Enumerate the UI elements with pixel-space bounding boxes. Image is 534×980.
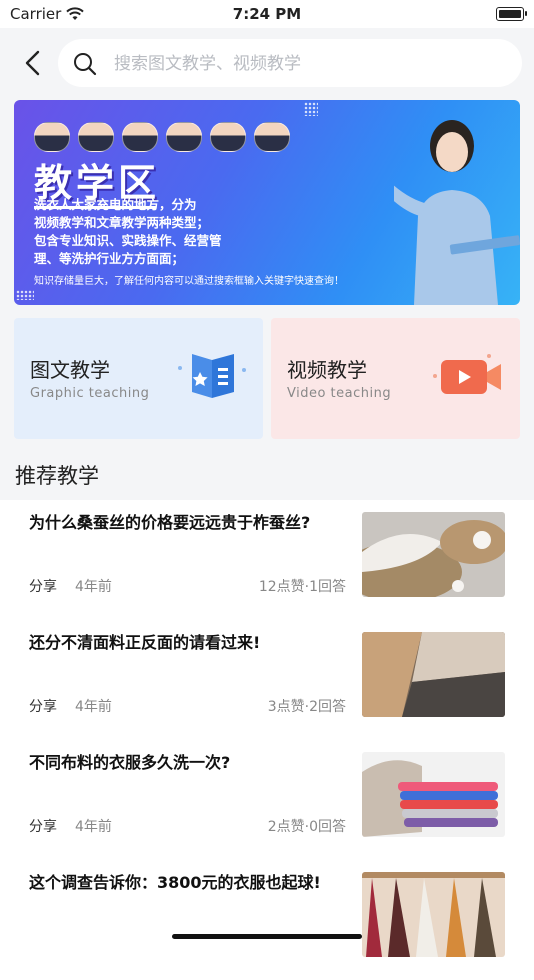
book-icon [178,354,246,398]
teaching-banner[interactable]: 教学区 洗衣人大家充电的地方，分为 视频教学和文章教学两种类型； 包含专业知识、… [14,100,520,305]
graphic-teaching-card[interactable]: 图文教学 Graphic teaching [14,318,263,439]
banner-decoration [16,290,34,300]
list-item[interactable]: 这个调查告诉你：3800元的衣服也起球! [0,860,534,980]
back-button[interactable] [18,48,48,78]
article-title: 不同布料的衣服多久洗一次? [29,753,231,772]
teacher-avatars [34,122,290,152]
clothes-rack-photo [362,872,505,957]
article-title: 这个调查告诉你：3800元的衣服也起球! [29,873,321,892]
list-item[interactable]: 还分不清面料正反面的请看过来! 分享 4年前 3点赞·2回答 [0,620,534,740]
card-title: 图文教学 [30,358,110,382]
article-time: 4年前 [75,819,112,835]
search-bar[interactable] [58,39,522,87]
banner-desc-line: 洗衣人大家充电的地方，分为 [34,197,197,212]
battery-icon [496,7,527,21]
article-tag: 分享 [29,699,57,715]
article-tag: 分享 [29,579,57,595]
article-tag: 分享 [29,819,57,835]
banner-desc-line: 包含专业知识、实践操作、经营管 [34,233,222,248]
article-title: 还分不清面料正反面的请看过来! [29,633,261,652]
banner-decoration [304,102,318,116]
video-teaching-card[interactable]: 视频教学 Video teaching [271,318,520,439]
article-time: 4年前 [75,699,112,715]
list-item[interactable]: 不同布料的衣服多久洗一次? 分享 4年前 2点赞·0回答 [0,740,534,860]
avatar [122,122,158,152]
avatar [210,122,246,152]
chevron-left-icon [25,50,40,76]
avatar [254,122,290,152]
silk-thread-photo [362,512,505,597]
banner-desc-line: 视频教学和文章教学两种类型； [34,215,210,230]
article-time: 4年前 [75,579,112,595]
article-title: 为什么桑蚕丝的价格要远远贵于柞蚕丝? [29,513,311,532]
card-subtitle: Video teaching [287,386,392,401]
banner-description: 洗衣人大家充电的地方，分为 视频教学和文章教学两种类型； 包含专业知识、实践操作… [34,196,314,268]
search-input[interactable] [112,47,506,81]
fabric-swatches-photo [362,632,505,717]
video-camera-icon [433,354,501,394]
folded-clothes-photo [362,752,505,837]
nav-bar [0,28,534,96]
card-title: 视频教学 [287,358,367,382]
article-stats: 12点赞·1回答 [258,579,346,595]
card-subtitle: Graphic teaching [30,386,150,401]
banner-desc-line: 理、等洗护行业方方面面； [34,251,185,266]
search-icon [72,51,98,81]
teacher-illustration [394,120,520,305]
status-bar: Carrier 7:24 PM [0,0,534,28]
clock: 7:24 PM [232,5,302,23]
avatar [78,122,114,152]
article-stats: 2点赞·0回答 [267,819,346,835]
article-stats: 3点赞·2回答 [267,699,346,715]
avatar [34,122,70,152]
avatar [166,122,202,152]
home-indicator [172,934,362,939]
list-item[interactable]: 为什么桑蚕丝的价格要远远贵于柞蚕丝? 分享 4年前 12点赞·1回答 [0,500,534,620]
section-title: 推荐教学 [15,464,99,488]
